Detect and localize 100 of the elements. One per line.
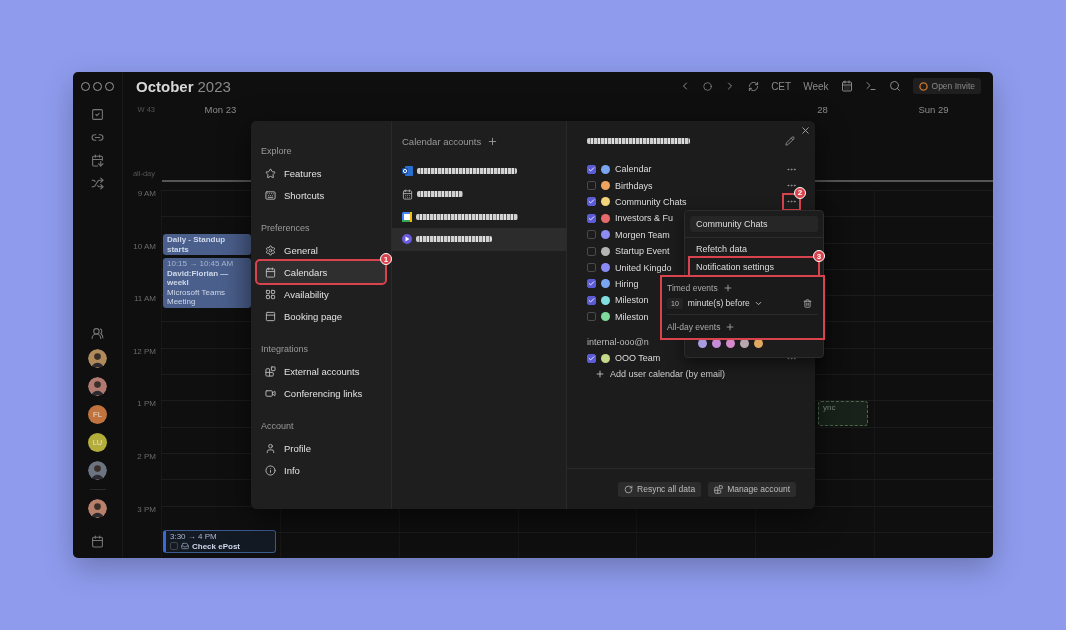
checkbox[interactable]: [587, 353, 596, 363]
close-button[interactable]: [800, 125, 811, 136]
checkbox[interactable]: [587, 164, 596, 174]
delete-icon[interactable]: [803, 298, 812, 308]
plus-icon: [595, 369, 605, 380]
hour-label: 9 AM: [137, 189, 156, 198]
checkbox[interactable]: [587, 279, 596, 289]
footer-button[interactable]: Manage account: [708, 481, 796, 497]
today-icon[interactable]: [703, 81, 713, 91]
account-item[interactable]: [392, 228, 566, 251]
blurred-text: [417, 191, 463, 198]
section-heading: Explore: [260, 145, 293, 158]
calendar-name: Mileston: [615, 311, 649, 322]
calendar-event[interactable]: ync: [818, 401, 868, 426]
calendar-name: Birthdays: [615, 180, 653, 191]
gear-icon: [265, 244, 276, 256]
avatar[interactable]: [88, 377, 107, 397]
calendar-icon[interactable]: [91, 154, 104, 167]
checkbox[interactable]: [587, 181, 596, 191]
section-heading: Integrations: [260, 343, 310, 356]
nav-item[interactable]: Conferencing links: [257, 382, 385, 404]
calendar-icon: [402, 188, 413, 200]
nav-item[interactable]: Booking page: [257, 305, 385, 327]
callout-badge: 3: [813, 250, 825, 262]
section-heading: Account: [260, 420, 295, 433]
calendar-event[interactable]: 10:15 → 10:45 AM David:Florian — weekl Microsoft Teams Meeting: [163, 258, 251, 308]
nav-item[interactable]: Profile: [257, 437, 385, 459]
calendar-name: Morgen Team: [615, 229, 670, 240]
calendar-icon[interactable]: [840, 80, 853, 92]
avatar[interactable]: [88, 349, 107, 369]
avatar[interactable]: [88, 461, 107, 481]
checkbox[interactable]: [587, 213, 596, 223]
calendar-name: Calendar: [615, 164, 652, 175]
nav-item[interactable]: External accounts: [257, 360, 385, 382]
page-icon: [265, 310, 276, 322]
star-icon: [265, 167, 276, 179]
more-button[interactable]: [784, 194, 799, 209]
nav-item[interactable]: Availability: [257, 283, 385, 305]
calendar-icon[interactable]: [91, 535, 104, 549]
nav-item[interactable]: Shortcuts: [257, 184, 385, 206]
mail-logo-icon: [402, 166, 413, 177]
info-icon: [265, 464, 276, 476]
hour-label: 2 PM: [137, 451, 156, 461]
inbox-icon: [181, 542, 189, 551]
checkbox[interactable]: [587, 263, 596, 273]
unit-dropdown[interactable]: minute(s) before: [687, 298, 763, 309]
callout-badge: 2: [794, 186, 806, 199]
invite-button[interactable]: Open Invite: [912, 78, 981, 94]
video-camera-icon: [265, 387, 276, 399]
name-field[interactable]: Community Chats: [690, 216, 818, 232]
edit-icon[interactable]: [785, 136, 795, 146]
checkbox[interactable]: [587, 246, 596, 256]
footer-button[interactable]: Resync all data: [618, 481, 702, 497]
day-header: Sun 29: [918, 103, 949, 115]
hour-label: 1 PM: [137, 399, 156, 409]
link-icon[interactable]: [91, 131, 104, 144]
calendar-name: Startup Event: [615, 246, 670, 257]
calendar-logo-icon: [402, 211, 412, 222]
timezone-label[interactable]: CET: [771, 80, 792, 92]
add-calendar-link[interactable]: Add user calendar (by email): [587, 369, 799, 380]
blocks-icon: [265, 365, 276, 377]
callout-badge: 1: [380, 253, 392, 265]
calendar-icon: [265, 266, 276, 278]
refresh-icon[interactable]: [748, 80, 760, 92]
hour-label: 3 PM: [137, 504, 156, 514]
hour-label: 12 PM: [132, 346, 156, 356]
month-title: October 2023: [136, 77, 231, 95]
add-icon[interactable]: [487, 135, 499, 147]
nav-item[interactable]: Features: [257, 162, 385, 184]
section-heading: All-day events: [667, 321, 721, 332]
round-logo-icon: [402, 234, 412, 245]
tasks-icon[interactable]: [91, 108, 104, 121]
calendar-event[interactable]: Daily - Standup starts: [163, 234, 251, 256]
checkbox[interactable]: [587, 295, 596, 305]
checkbox[interactable]: [587, 230, 596, 240]
nav-item[interactable]: Calendars: [257, 261, 385, 283]
people-icon[interactable]: [91, 327, 104, 341]
terminal-icon[interactable]: [864, 80, 877, 92]
user-icon: [265, 442, 276, 454]
checkbox[interactable]: [587, 312, 596, 322]
blocks-icon: [714, 484, 724, 494]
hour-label: 10 AM: [133, 241, 156, 251]
nav-item[interactable]: Info: [257, 459, 385, 481]
keyboard-icon: [265, 189, 276, 201]
day-header: 28: [817, 103, 828, 115]
calendar-name: Investors & Fu: [615, 213, 674, 224]
search-icon[interactable]: [888, 80, 901, 92]
add-icon[interactable]: [722, 283, 733, 294]
section-heading: Timed events: [667, 283, 718, 294]
avatar[interactable]: [88, 499, 107, 519]
shuffle-icon[interactable]: [91, 177, 104, 190]
calendar-name: United Kingdo: [615, 262, 672, 273]
calendar-event[interactable]: 3:30 → 4 PM Check ePost: [163, 530, 276, 554]
view-selector[interactable]: Week: [803, 80, 829, 92]
checkbox[interactable]: [587, 197, 596, 207]
add-icon[interactable]: [725, 321, 736, 332]
checkbox[interactable]: [170, 542, 178, 551]
calendar-name: Hiring: [615, 278, 639, 289]
day-header: Mon 23: [204, 103, 237, 115]
calendar-name: OOO Team: [615, 353, 661, 364]
